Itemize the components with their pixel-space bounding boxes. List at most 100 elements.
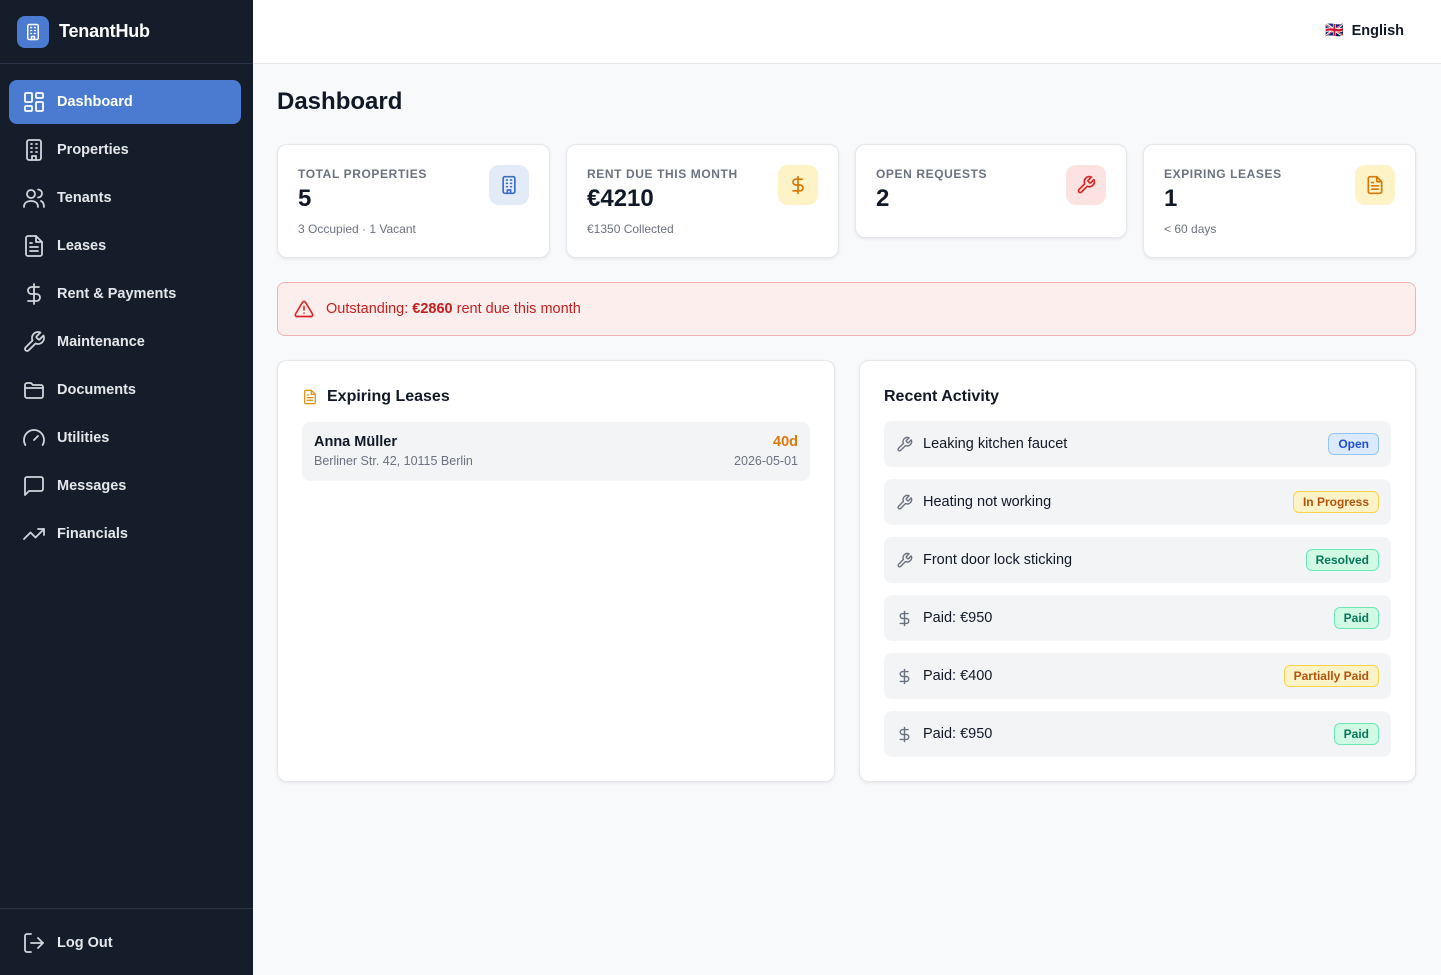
stat-label: Total Properties (298, 167, 427, 181)
alert-suffix: rent due this month (456, 301, 581, 317)
status-badge: Paid (1333, 723, 1379, 745)
users-icon (22, 186, 46, 210)
wrench-icon (22, 330, 46, 354)
sidebar-item-label: Financials (57, 526, 128, 542)
outstanding-alert: Outstanding: €2860 rent due this month (277, 282, 1416, 336)
message-icon (22, 474, 46, 498)
stat-card-expiring-leases: Expiring Leases 1 < 60 days (1143, 144, 1416, 258)
recent-activity-panel: Recent Activity Leaking kitchen faucet O… (859, 360, 1416, 782)
brand[interactable]: TenantHub (0, 0, 253, 64)
sidebar-item-dashboard[interactable]: Dashboard (9, 80, 241, 124)
activity-text: Front door lock sticking (923, 552, 1073, 568)
sidebar-item-label: Maintenance (57, 334, 145, 350)
language-selector[interactable]: 🇬🇧 English (1325, 21, 1404, 41)
folder-icon (22, 378, 46, 402)
building-icon (489, 165, 529, 205)
sidebar-item-label: Utilities (57, 430, 110, 446)
stat-value: 2 (876, 185, 890, 212)
sidebar-item-label: Messages (57, 478, 127, 494)
stat-card-total-properties: Total Properties 5 3 Occupied · 1 Vacant (277, 144, 550, 258)
dollar-icon (896, 668, 913, 685)
document-icon (1355, 165, 1395, 205)
language-label: English (1351, 23, 1404, 39)
panel-title-label: Expiring Leases (327, 388, 450, 405)
stat-sub: 3 Occupied · 1 Vacant (298, 222, 416, 236)
alert-prefix: Outstanding: (326, 301, 409, 317)
sidebar: TenantHub Dashboard Properties Tenants L… (0, 0, 253, 975)
dollar-icon (778, 165, 818, 205)
dashboard-icon (22, 90, 46, 114)
sidebar-item-tenants[interactable]: Tenants (9, 176, 241, 220)
sidebar-item-maintenance[interactable]: Maintenance (9, 320, 241, 364)
app-name: TenantHub (59, 21, 150, 41)
activity-item[interactable]: Paid: €950 Paid (884, 711, 1391, 757)
gauge-icon (22, 426, 46, 450)
status-badge: Partially Paid (1283, 665, 1379, 687)
sidebar-item-label: Leases (57, 238, 107, 254)
sidebar-item-label: Documents (57, 382, 136, 398)
logout-button[interactable]: Log Out (22, 931, 113, 955)
stat-label: Rent Due This Month (587, 167, 738, 181)
panel-title: Expiring Leases (302, 388, 450, 406)
trending-up-icon (22, 522, 46, 546)
activity-item[interactable]: Paid: €950 Paid (884, 595, 1391, 641)
sidebar-item-utilities[interactable]: Utilities (9, 416, 241, 460)
logout-label: Log Out (57, 935, 113, 951)
activity-text: Heating not working (923, 494, 1052, 510)
stat-card-rent-due: Rent Due This Month €4210 €1350 Collecte… (566, 144, 839, 258)
topbar: 🇬🇧 English (253, 0, 1441, 64)
wrench-icon (896, 552, 913, 569)
tenant-name: Anna Müller (314, 434, 397, 450)
building-icon (17, 15, 49, 48)
logout-icon (22, 931, 46, 955)
alert-text: Outstanding: €2860 rent due this month (326, 301, 581, 317)
alert-amount: €2860 (412, 301, 453, 317)
document-icon (302, 389, 318, 405)
wrench-icon (896, 494, 913, 511)
dollar-icon (22, 282, 46, 306)
sidebar-item-leases[interactable]: Leases (9, 224, 241, 268)
tenant-address: Berliner Str. 42, 10115 Berlin (314, 454, 473, 468)
stat-value: 1 (1164, 185, 1178, 212)
dollar-icon (896, 610, 913, 627)
activity-text: Leaking kitchen faucet (923, 436, 1068, 452)
document-icon (22, 234, 46, 258)
activity-item[interactable]: Heating not working In Progress (884, 479, 1391, 525)
activity-text: Paid: €950 (923, 726, 993, 742)
sidebar-item-label: Tenants (57, 190, 112, 206)
activity-item[interactable]: Leaking kitchen faucet Open (884, 421, 1391, 467)
lease-end-date: 2026-05-01 (734, 454, 798, 468)
sidebar-item-properties[interactable]: Properties (9, 128, 241, 172)
sidebar-item-financials[interactable]: Financials (9, 512, 241, 556)
activity-item[interactable]: Front door lock sticking Resolved (884, 537, 1391, 583)
sidebar-footer: Log Out (0, 908, 253, 975)
activity-item[interactable]: Paid: €400 Partially Paid (884, 653, 1391, 699)
lease-item[interactable]: Anna Müller Berliner Str. 42, 10115 Berl… (302, 422, 810, 481)
status-badge: In Progress (1292, 491, 1379, 513)
status-badge: Open (1328, 433, 1379, 455)
status-badge: Resolved (1305, 549, 1379, 571)
wrench-icon (1066, 165, 1106, 205)
page-title: Dashboard (277, 88, 403, 115)
wrench-icon (896, 436, 913, 453)
stat-value: 5 (298, 185, 312, 212)
days-remaining: 40d (773, 434, 798, 450)
expiring-leases-panel: Expiring Leases Anna Müller Berliner Str… (277, 360, 835, 782)
sidebar-item-documents[interactable]: Documents (9, 368, 241, 412)
stat-label: Open Requests (876, 167, 988, 181)
stat-label: Expiring Leases (1164, 167, 1282, 181)
activity-text: Paid: €400 (923, 668, 993, 684)
status-badge: Paid (1333, 607, 1379, 629)
stat-card-open-requests: Open Requests 2 (855, 144, 1127, 238)
warning-icon (294, 299, 314, 319)
sidebar-item-messages[interactable]: Messages (9, 464, 241, 508)
panel-title: Recent Activity (884, 388, 999, 405)
building-icon (22, 138, 46, 162)
activity-text: Paid: €950 (923, 610, 993, 626)
stat-value: €4210 (587, 185, 654, 212)
stat-sub: €1350 Collected (587, 222, 674, 236)
sidebar-item-rent-payments[interactable]: Rent & Payments (9, 272, 241, 316)
dollar-icon (896, 726, 913, 743)
uk-flag-icon: 🇬🇧 (1324, 22, 1344, 39)
sidebar-item-label: Rent & Payments (57, 286, 177, 302)
